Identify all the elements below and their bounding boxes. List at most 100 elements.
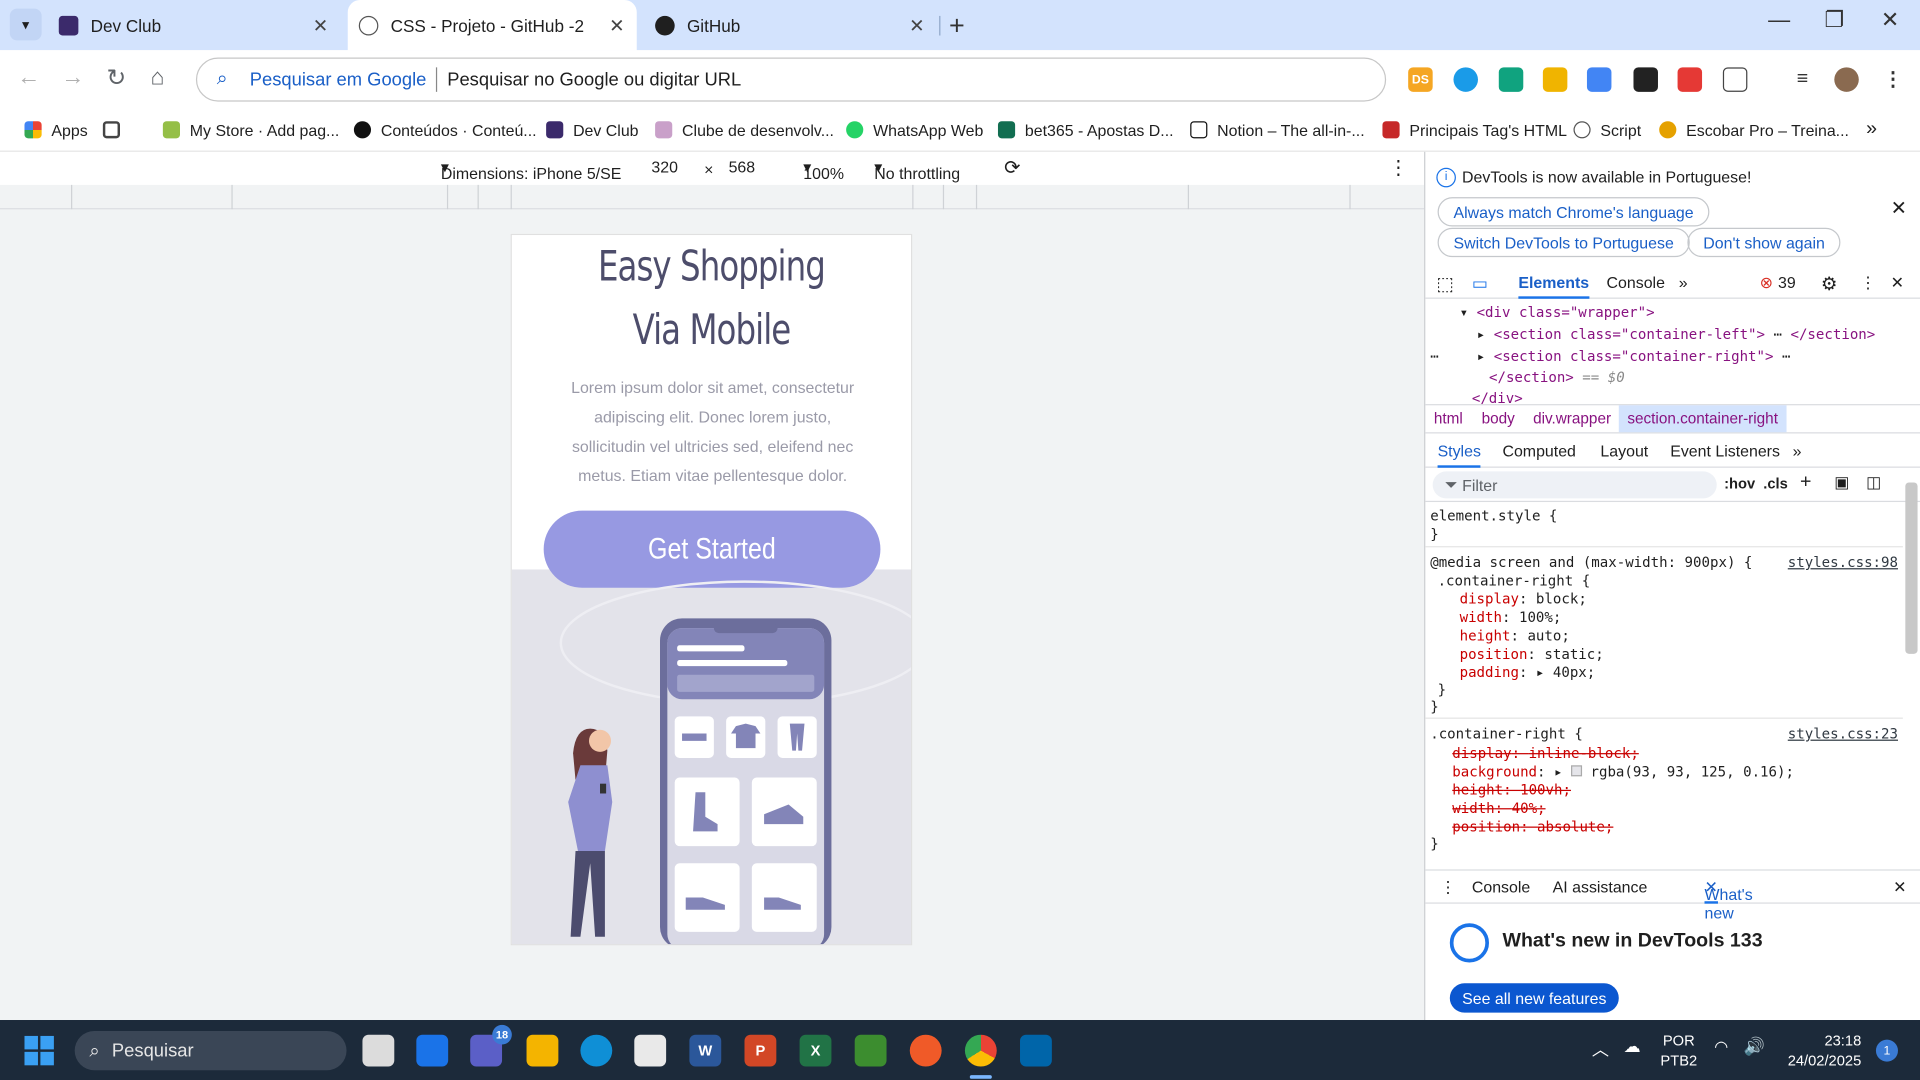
- bookmark-clube[interactable]: Clube de desenvolv...: [655, 115, 834, 144]
- css-prop-struck[interactable]: display: inline-block;: [1452, 744, 1639, 761]
- edge-icon[interactable]: [580, 1034, 613, 1067]
- bookmark-escobar[interactable]: Escobar Pro – Treina...: [1659, 115, 1849, 144]
- see-all-features-button[interactable]: See all new features: [1449, 983, 1619, 1013]
- close-icon[interactable]: ✕: [609, 14, 624, 36]
- store-icon[interactable]: [634, 1034, 667, 1067]
- tab-groups-icon[interactable]: [102, 115, 130, 144]
- close-devtools-icon[interactable]: ✕: [1891, 273, 1904, 293]
- device-height-input[interactable]: 568: [729, 158, 756, 176]
- omnibox[interactable]: ⌕ Pesquisar em Google Pesquisar no Googl…: [195, 57, 1387, 102]
- css-prop[interactable]: padding: ▸ 40px;: [1460, 664, 1596, 681]
- css-prop-struck[interactable]: position: absolute;: [1452, 818, 1613, 835]
- drawer-tab-whats-new[interactable]: What's new ✕: [1704, 878, 1753, 922]
- tab-css-projeto[interactable]: CSS - Projeto - GitHub -2 ✕: [347, 0, 637, 51]
- more-subtabs-icon[interactable]: »: [1793, 442, 1802, 460]
- device-menu-icon[interactable]: ⋮: [1389, 156, 1409, 180]
- file-explorer-icon[interactable]: [526, 1034, 559, 1067]
- extension-ds-icon[interactable]: DS: [1408, 67, 1433, 92]
- clock[interactable]: 23:18 24/02/2025: [1782, 1031, 1862, 1070]
- wifi-icon[interactable]: ◠: [1714, 1037, 1728, 1057]
- media-source-link[interactable]: styles.css:98: [1788, 553, 1898, 570]
- profile-avatar[interactable]: [1834, 67, 1859, 92]
- forward-icon[interactable]: →: [61, 65, 84, 92]
- device-toggle-icon[interactable]: ▭: [1472, 273, 1488, 294]
- bookmark-apps[interactable]: Apps: [24, 115, 88, 144]
- css-prop-struck[interactable]: width: 40%;: [1452, 800, 1545, 817]
- extensions-puzzle-icon[interactable]: [1722, 67, 1748, 92]
- orange-app-icon[interactable]: [909, 1034, 942, 1067]
- language-indicator[interactable]: POR PTB2: [1660, 1031, 1697, 1070]
- close-banner-icon[interactable]: ✕: [1891, 196, 1907, 220]
- tab-elements[interactable]: Elements: [1518, 273, 1590, 299]
- css-prop[interactable]: display: block;: [1460, 590, 1587, 607]
- extension-redshield-icon[interactable]: [1677, 67, 1703, 92]
- drawer-tab-ai-assistance[interactable]: AI assistance: [1553, 878, 1648, 896]
- powerpoint-icon[interactable]: P: [744, 1034, 777, 1067]
- dont-show-again-button[interactable]: Don't show again: [1687, 227, 1841, 258]
- excel-icon[interactable]: X: [799, 1034, 832, 1067]
- styles-scrollbar[interactable]: [1905, 482, 1918, 654]
- tab-console[interactable]: Console: [1607, 273, 1665, 291]
- extension-user-icon[interactable]: [1542, 67, 1568, 92]
- bookmark-conteudos[interactable]: Conteúdos · Conteú...: [353, 115, 537, 144]
- crumb-body[interactable]: body: [1482, 410, 1515, 427]
- windows-start-icon[interactable]: [24, 1035, 54, 1066]
- drawer-menu-icon[interactable]: ⋮: [1440, 878, 1456, 898]
- bookmark-my-store[interactable]: My Store · Add pag...: [162, 115, 339, 144]
- home-icon[interactable]: ⌂: [151, 65, 165, 92]
- bookmark-whatsapp[interactable]: WhatsApp Web: [846, 115, 983, 144]
- inspect-icon[interactable]: ⬚: [1436, 273, 1453, 295]
- tab-dev-club[interactable]: Dev Club ✕: [58, 0, 341, 50]
- extension-translate-icon[interactable]: [1586, 67, 1612, 92]
- css-prop[interactable]: height: auto;: [1460, 627, 1570, 644]
- teams-icon[interactable]: 18: [470, 1024, 512, 1067]
- devtools-menu-icon[interactable]: ⋮: [1860, 273, 1876, 293]
- tray-chevron-icon[interactable]: ︿: [1592, 1037, 1609, 1061]
- zoom-select[interactable]: 100% ▾: [803, 158, 844, 182]
- bookmark-dev-club[interactable]: Dev Club: [546, 115, 639, 144]
- more-bookmarks-icon[interactable]: »: [1866, 115, 1877, 144]
- device-dimensions-select[interactable]: Dimensions: iPhone 5/SE ▾: [441, 158, 622, 182]
- extension-edge-icon[interactable]: [1453, 67, 1478, 92]
- media-queue-icon[interactable]: ≡: [1790, 67, 1815, 92]
- bookmark-principais-tags[interactable]: Principais Tag's HTML: [1382, 115, 1567, 144]
- vscode-icon[interactable]: [1020, 1034, 1052, 1067]
- extension-eyedropper-icon[interactable]: [1633, 67, 1658, 92]
- word-icon[interactable]: W: [689, 1034, 722, 1067]
- close-icon[interactable]: ✕: [909, 14, 924, 36]
- color-swatch[interactable]: [1570, 765, 1582, 777]
- dom-node-container-right[interactable]: ▸ <section class="container-right"> ⋯: [1477, 348, 1791, 365]
- crumb-div-wrapper[interactable]: div.wrapper: [1533, 410, 1611, 427]
- settings-gear-icon[interactable]: ⚙: [1821, 273, 1837, 295]
- tab-computed[interactable]: Computed: [1502, 442, 1575, 460]
- css-prop-struck[interactable]: height: 100vh;: [1452, 781, 1571, 798]
- bookmark-bet365[interactable]: bet365 - Apostas D...: [997, 115, 1174, 144]
- hov-toggle[interactable]: :hov: [1724, 475, 1755, 492]
- task-view-icon[interactable]: [362, 1034, 395, 1067]
- rotate-icon[interactable]: ⟳: [1004, 156, 1020, 180]
- taskbar-search[interactable]: ⌕ Pesquisar: [74, 1031, 347, 1071]
- tab-styles[interactable]: Styles: [1437, 442, 1481, 468]
- extension-chatgpt-icon[interactable]: [1498, 67, 1524, 92]
- more-tabs-icon[interactable]: »: [1679, 273, 1688, 291]
- widgets-icon[interactable]: [416, 1034, 449, 1067]
- dom-node-wrapper[interactable]: ▾ <div class="wrapper">: [1460, 304, 1655, 321]
- green-hex-app-icon[interactable]: [854, 1034, 887, 1067]
- dom-node-container-left[interactable]: ▸ <section class="container-left"> ⋯ </s…: [1477, 326, 1876, 343]
- css-prop[interactable]: position: static;: [1460, 645, 1604, 662]
- device-width-input[interactable]: 320: [651, 158, 678, 176]
- error-count[interactable]: 39: [1778, 273, 1796, 291]
- sidebar-toggle-icon[interactable]: ◫: [1866, 473, 1881, 493]
- onedrive-icon[interactable]: ☁: [1624, 1036, 1641, 1057]
- crumb-section-container-right[interactable]: section.container-right: [1618, 405, 1787, 433]
- minimize-icon[interactable]: —: [1768, 7, 1790, 33]
- tab-github[interactable]: GitHub ✕: [655, 0, 937, 50]
- cls-toggle[interactable]: .cls: [1763, 475, 1788, 492]
- chrome-icon[interactable]: [964, 1034, 997, 1067]
- css-prop[interactable]: background: ▸ rgba(93, 93, 125, 0.16);: [1452, 763, 1794, 780]
- tab-layout[interactable]: Layout: [1600, 442, 1648, 460]
- back-icon[interactable]: ←: [17, 65, 40, 92]
- restore-icon[interactable]: ❐: [1825, 7, 1845, 33]
- reload-icon[interactable]: ↻: [107, 65, 126, 93]
- css-prop[interactable]: width: 100%;: [1460, 609, 1562, 626]
